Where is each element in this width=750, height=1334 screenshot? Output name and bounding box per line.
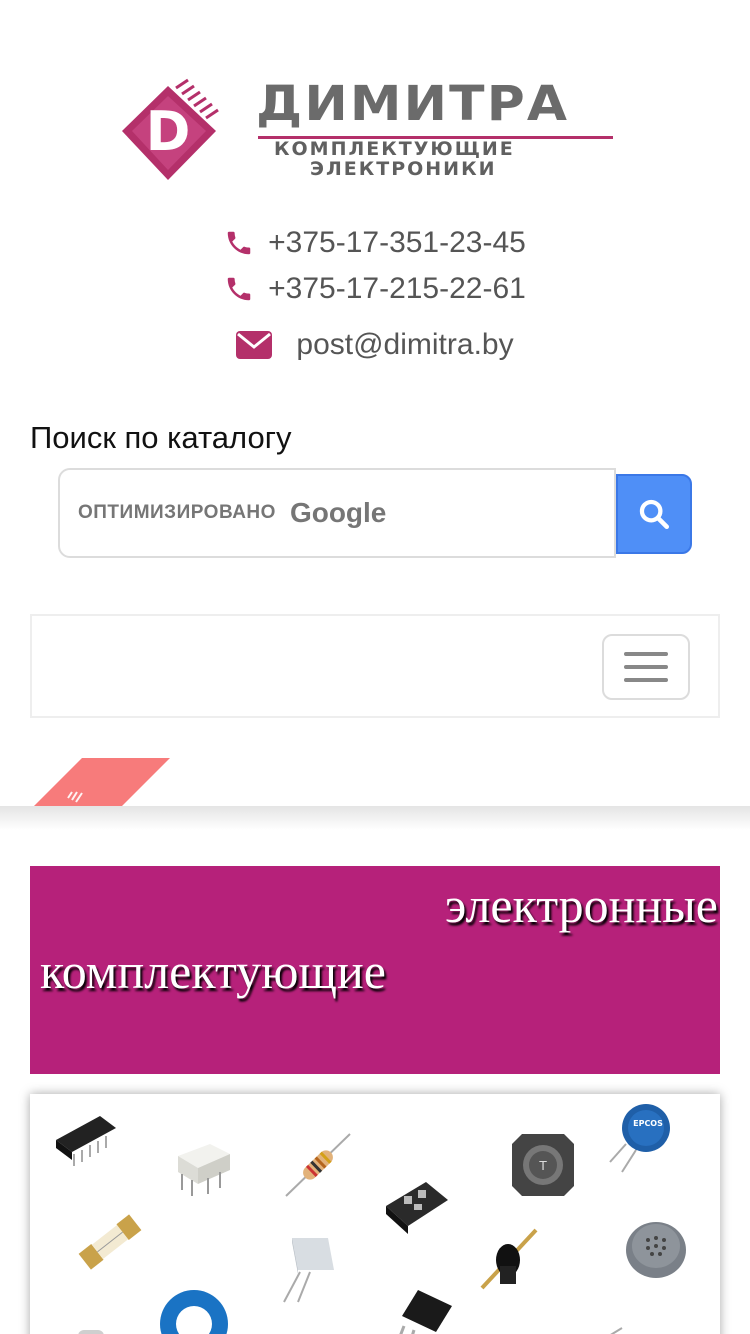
varistor-icon: EPCOS [609,1104,670,1173]
connector-icon [480,1228,538,1290]
phone-line-1[interactable]: +375-17-351-23-45 [0,228,750,264]
crystal-icon [283,1238,334,1303]
phone-line-2[interactable]: +375-17-215-22-61 [0,274,750,310]
components-image: T EPCOS [30,1094,720,1334]
phone-icon [227,277,251,301]
search-powered-by: ОПТИМИЗИРОВАНО [78,502,276,523]
optocoupler-icon [178,1144,230,1196]
site-logo[interactable]: D ДИМИТРА КОМПЛЕКТУЮЩИЕ ЭЛЕКТРОНИКИ [118,78,618,184]
banner-line-2: комплектующие [40,943,386,999]
power-module-icon [386,1182,448,1234]
fuse-icon [78,1214,142,1270]
google-brand: Google [289,497,387,528]
search-input[interactable]: ОПТИМИЗИРОВАНО Google [58,468,616,558]
svg-text:EPCOS: EPCOS [633,1119,663,1128]
menu-toggle-button[interactable] [602,634,690,700]
email-line[interactable]: post@dimitra.by [0,330,750,365]
hero-banner: электронные комплектующие [30,866,720,1074]
resistor-icon [285,1133,351,1197]
small-component-icon [78,1330,104,1334]
ribbon-shape [34,758,170,806]
inductor-icon: T [512,1134,574,1196]
logo-subtitle-line2: ЭЛЕКТРОНИКИ [310,158,497,180]
search-label: Поиск по каталогу [30,420,292,455]
transistor-icon [399,1290,452,1334]
envelope-icon [236,331,273,359]
svg-text:T: T [538,1159,547,1173]
email-address[interactable]: post@dimitra.by [296,330,513,360]
buzzer-icon [626,1222,686,1278]
logo-subtitle-line1: КОМПЛЕКТУЮЩИЕ [274,138,515,160]
main-navbar [30,614,720,718]
svg-text:D: D [146,100,191,163]
banner-line-1: электронные [444,877,718,933]
phone-number-2[interactable]: +375-17-215-22-61 [268,274,526,304]
small-component-icon [610,1327,623,1334]
toroid-icon [160,1290,228,1334]
ic-chip-icon [56,1116,116,1166]
search-icon [639,499,670,530]
hamburger-bar [624,665,668,669]
logo-brand-text: ДИМИТРА [256,76,570,132]
phone-icon [227,231,251,255]
chip-logo-icon: D [122,78,219,180]
phone-number-1[interactable]: +375-17-351-23-45 [268,228,526,258]
search-button[interactable] [616,474,692,554]
hamburger-icon [624,652,668,656]
hamburger-bar [624,678,668,682]
corner-ribbon [30,758,170,806]
section-divider [0,806,750,830]
